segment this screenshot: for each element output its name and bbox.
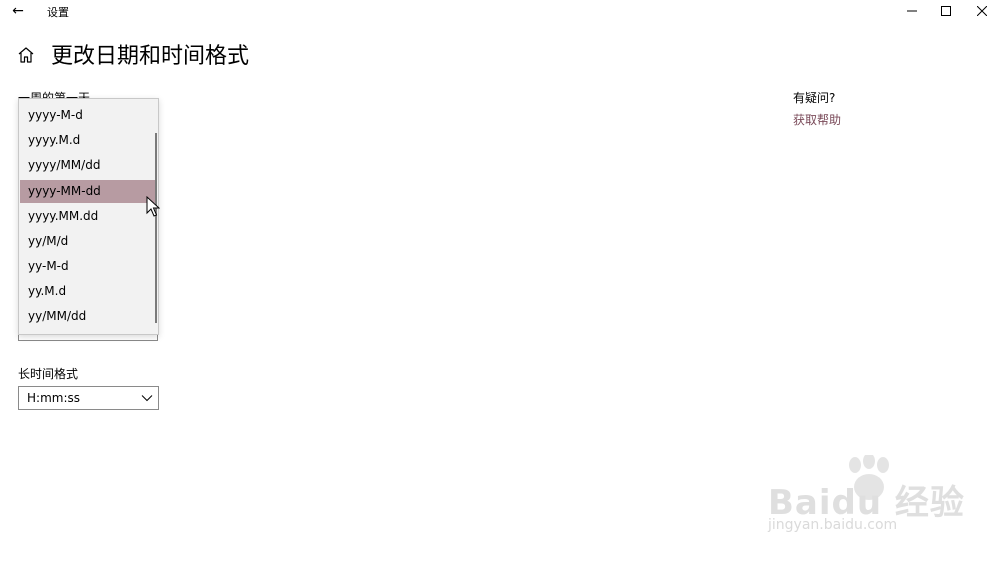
app-title: 设置	[47, 6, 69, 19]
watermark-brand-cn: 经验	[894, 483, 965, 523]
dropdown-option[interactable]: yy.M.d	[20, 280, 156, 303]
minimize-icon	[907, 10, 917, 12]
title-bar: ← 设置	[0, 0, 1000, 22]
long-time-label: 长时间格式	[18, 367, 79, 381]
dropdown-option[interactable]: yy/MM/dd	[20, 305, 156, 328]
watermark-url: jingyan.baidu.com	[768, 517, 898, 533]
maximize-icon	[941, 6, 951, 16]
help-question: 有疑问?	[793, 91, 836, 105]
get-help-link[interactable]: 获取帮助	[793, 111, 841, 128]
long-time-value: H:mm:ss	[27, 391, 80, 405]
maximize-button[interactable]	[928, 0, 964, 22]
back-arrow-icon: ←	[12, 3, 24, 19]
page-title: 更改日期和时间格式	[51, 44, 250, 69]
close-icon	[977, 6, 987, 16]
home-icon[interactable]	[16, 45, 36, 65]
dropdown-option[interactable]: yyyy-M-d	[20, 104, 156, 127]
dropdown-option[interactable]: yy/M/d	[20, 230, 156, 253]
close-button[interactable]	[964, 0, 1000, 22]
mouse-cursor-icon	[146, 196, 160, 217]
back-button[interactable]: ←	[4, 0, 32, 22]
baidu-watermark: Baidu 经验 jingyan.baidu.com	[765, 455, 964, 545]
dropdown-option-selected[interactable]: yyyy-MM-dd	[20, 180, 156, 203]
dropdown-scrollbar[interactable]	[155, 133, 157, 323]
dropdown-option[interactable]: yyyy/MM/dd	[20, 154, 156, 177]
dropdown-option[interactable]: yyyy.M.d	[20, 129, 156, 152]
minimize-button[interactable]	[894, 0, 930, 22]
long-time-combo[interactable]: H:mm:ss	[18, 386, 159, 410]
chevron-down-icon	[141, 395, 153, 402]
dropdown-option[interactable]: yy-M-d	[20, 255, 156, 278]
dropdown-option[interactable]: yyyy.MM.dd	[20, 205, 156, 228]
short-date-dropdown[interactable]: yyyy-M-d yyyy.M.d yyyy/MM/dd yyyy-MM-dd …	[18, 98, 159, 335]
